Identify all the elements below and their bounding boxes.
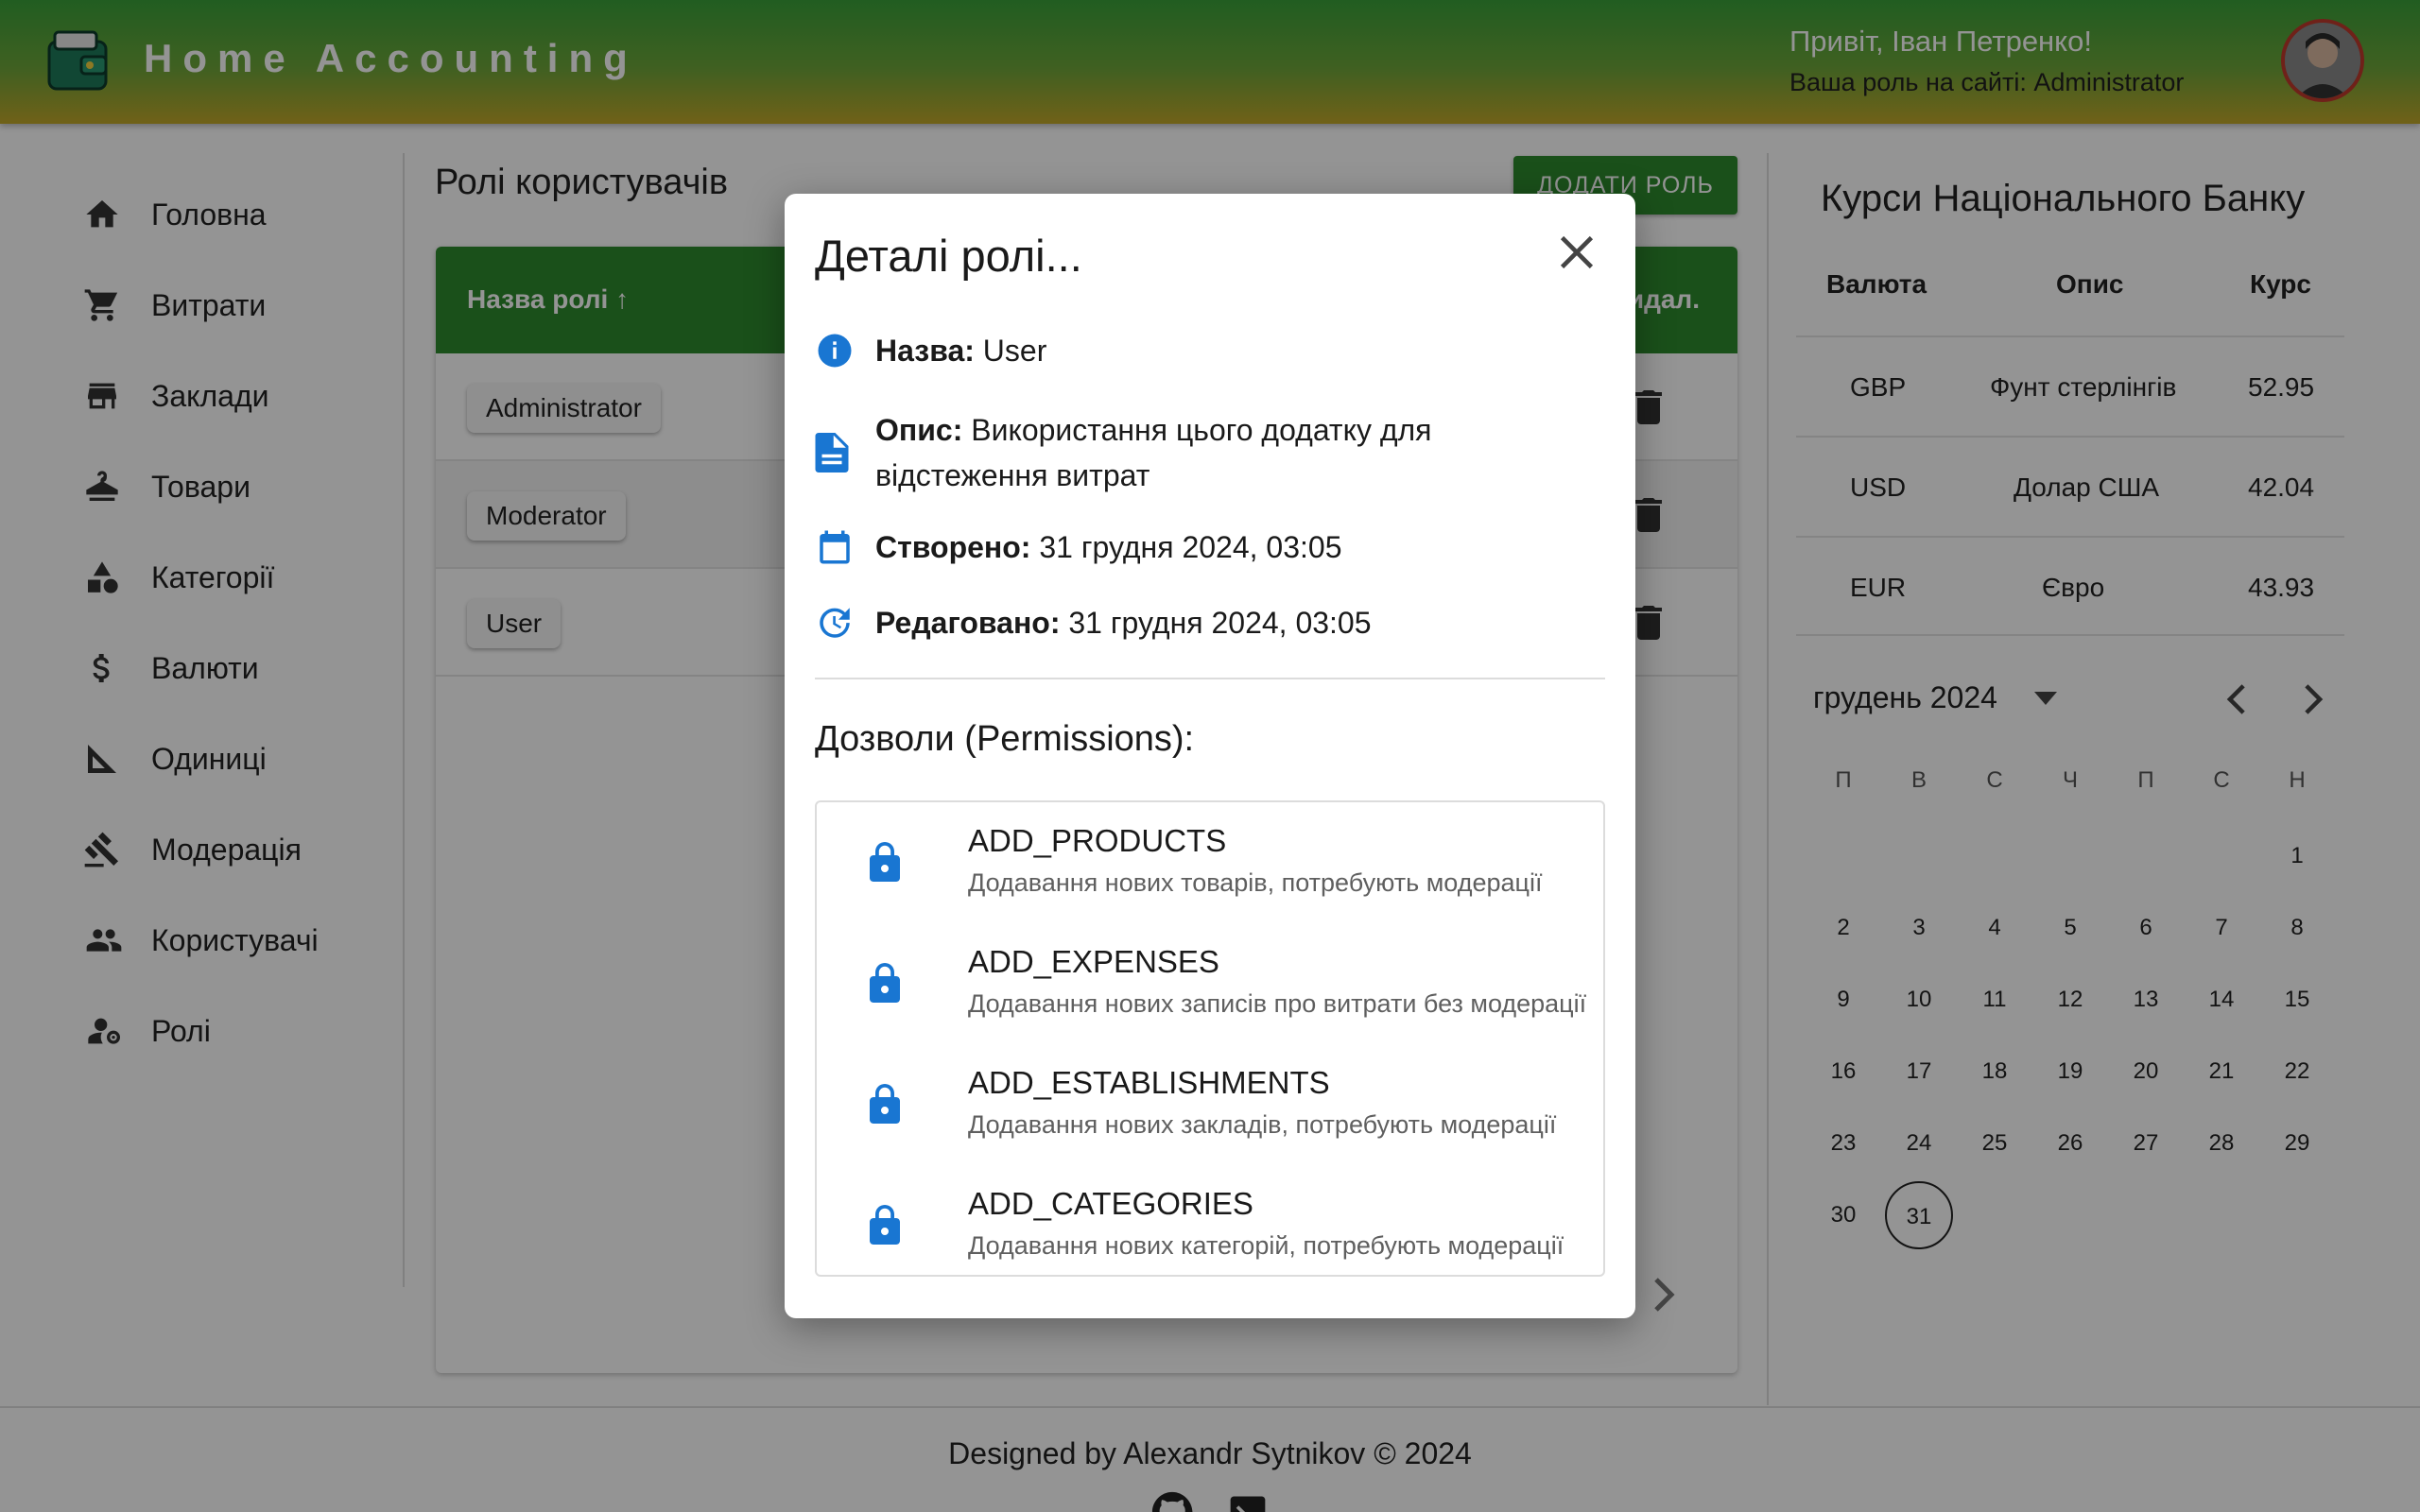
lock-icon (870, 1205, 900, 1245)
permissions-list[interactable]: ADD_PRODUCTS Додавання нових товарів, по… (815, 800, 1605, 1277)
permission-name: ADD_EXPENSES (968, 944, 1219, 979)
permission-description: Додавання нових закладів, потребують мод… (968, 1110, 1557, 1139)
detail-label: Створено: (875, 530, 1031, 564)
permission-item: ADD_PRODUCTS Додавання нових товарів, по… (817, 802, 1603, 923)
detail-label: Назва: (875, 334, 975, 368)
permission-name: ADD_CATEGORIES (968, 1186, 1253, 1221)
permission-description: Додавання нових записів про витрати без … (968, 989, 1587, 1018)
detail-name: Назва: User (815, 328, 1590, 373)
permissions-title: Дозволи (Permissions): (815, 719, 1195, 759)
close-icon[interactable] (1560, 235, 1594, 269)
dialog-divider (815, 678, 1605, 679)
detail-label: Редаговано: (875, 606, 1061, 640)
detail-value: 31 грудня 2024, 03:05 (1039, 530, 1342, 564)
update-icon (815, 600, 875, 645)
calendar-icon (815, 524, 875, 570)
detail-created: Створено: 31 грудня 2024, 03:05 (815, 524, 1590, 570)
info-icon (815, 328, 875, 373)
lock-icon (870, 963, 900, 1003)
lock-icon (870, 842, 900, 882)
document-icon (815, 407, 875, 498)
permission-description: Додавання нових товарів, потребують моде… (968, 868, 1543, 897)
dialog-title: Деталі ролі... (815, 231, 1082, 281)
detail-edited: Редаговано: 31 грудня 2024, 03:05 (815, 600, 1590, 645)
detail-description: Опис: Використання цього додатку для від… (815, 407, 1590, 498)
permission-name: ADD_PRODUCTS (968, 823, 1227, 858)
permission-item: ADD_ESTABLISHMENTS Додавання нових закла… (817, 1044, 1603, 1165)
detail-label: Опис: (875, 413, 963, 447)
permission-item: ADD_CATEGORIES Додавання нових категорій… (817, 1165, 1603, 1275)
permission-item: ADD_EXPENSES Додавання нових записів про… (817, 923, 1603, 1044)
detail-value: User (982, 334, 1047, 368)
permission-description: Додавання нових категорій, потребують мо… (968, 1231, 1564, 1260)
role-details-dialog: Деталі ролі... Назва: User Опис: Викорис… (785, 194, 1635, 1318)
detail-value: 31 грудня 2024, 03:05 (1068, 606, 1372, 640)
lock-icon (870, 1084, 900, 1124)
permission-name: ADD_ESTABLISHMENTS (968, 1065, 1330, 1100)
